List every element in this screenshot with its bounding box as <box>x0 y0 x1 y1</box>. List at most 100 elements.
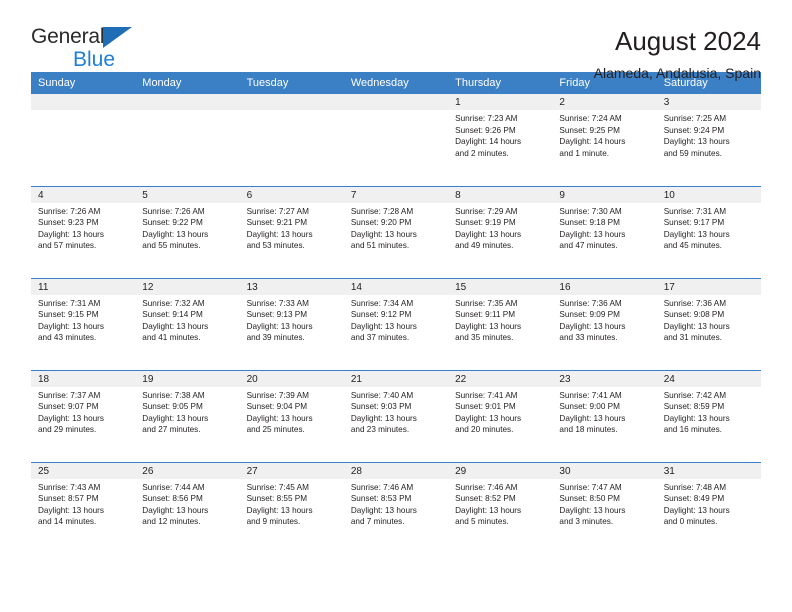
day-number: 17 <box>656 278 761 295</box>
day-number <box>343 94 449 110</box>
calendar-day-cell[interactable]: 3 Sunrise: 7:25 AM Sunset: 9:24 PM Daylight… <box>656 94 761 186</box>
calendar-day-cell[interactable]: 12 Sunrise: 7:32 AM Sunset: 9:14 PM Dayligh… <box>135 277 240 370</box>
calendar-day-cell[interactable]: 7 Sunrise: 7:28 AM Sunset: 9:20 PM Daylight… <box>343 185 449 278</box>
brand-logo[interactable]: General Blue <box>31 26 133 70</box>
calendar-day-cell[interactable]: 17 Sunrise: 7:36 AM Sunset: 9:08 PM Dayligh… <box>656 277 761 370</box>
calendar-week-row: 11 Sunrise: 7:31 AM Sunset: 9:15 PM Dayligh… <box>31 277 761 370</box>
calendar-day-cell[interactable]: 6 Sunrise: 7:27 AM Sunset: 9:21 PM Daylight… <box>239 185 344 278</box>
calendar-day-cell[interactable]: 26 Sunrise: 7:44 AM Sunset: 8:56 PM Dayligh… <box>135 461 240 554</box>
day-number: 7 <box>343 186 449 203</box>
calendar-day-cell[interactable]: 18 Sunrise: 7:37 AM Sunset: 9:07 PM Dayligh… <box>31 369 136 462</box>
calendar-day-cell[interactable]: 30 Sunrise: 7:47 AM Sunset: 8:50 PM Dayligh… <box>552 461 657 554</box>
calendar-day-cell[interactable]: 4 Sunrise: 7:26 AM Sunset: 9:23 PM Daylight… <box>31 185 136 278</box>
daylight-line-2: and 51 minutes. <box>350 241 410 251</box>
day-number: 21 <box>343 370 449 387</box>
daylight-line-1: Daylight: 13 hours <box>663 137 730 147</box>
calendar-day-cell[interactable]: 2 Sunrise: 7:24 AM Sunset: 9:25 PM Daylight… <box>552 94 657 186</box>
daylight-line-2: and 39 minutes. <box>246 333 305 343</box>
sunset-time: Sunset: 8:59 PM <box>663 402 725 412</box>
day-details: Sunrise: 7:24 AM Sunset: 9:25 PM Daylight:… <box>552 110 656 159</box>
calendar-day-cell[interactable]: 31 Sunrise: 7:48 AM Sunset: 8:49 PM Dayligh… <box>656 461 761 554</box>
day-number: 20 <box>239 370 344 387</box>
daylight-line-1: Daylight: 13 hours <box>663 413 730 423</box>
day-number: 11 <box>31 278 136 295</box>
daylight-line-1: Daylight: 13 hours <box>559 505 626 515</box>
calendar-day-cell[interactable]: 16 Sunrise: 7:36 AM Sunset: 9:09 PM Dayligh… <box>552 277 657 370</box>
sunrise-time: Sunrise: 7:36 AM <box>559 298 622 308</box>
calendar-day-cell[interactable]: 27 Sunrise: 7:45 AM Sunset: 8:55 PM Dayligh… <box>239 461 344 554</box>
calendar-day-cell[interactable]: 10 Sunrise: 7:31 AM Sunset: 9:17 PM Dayligh… <box>656 185 761 278</box>
sunset-time: Sunset: 9:17 PM <box>663 218 725 228</box>
calendar-day-cell[interactable]: 14 Sunrise: 7:34 AM Sunset: 9:12 PM Dayligh… <box>343 277 449 370</box>
sunset-time: Sunset: 9:08 PM <box>663 310 725 320</box>
sunrise-time: Sunrise: 7:25 AM <box>663 114 727 123</box>
daylight-line-1: Daylight: 14 hours <box>559 137 626 147</box>
day-number: 27 <box>239 462 344 479</box>
calendar-empty-cell <box>239 94 344 186</box>
weekday-header-wednesday: Wednesday <box>343 72 449 94</box>
calendar-day-cell[interactable]: 13 Sunrise: 7:33 AM Sunset: 9:13 PM Dayligh… <box>239 277 344 370</box>
day-details: Sunrise: 7:41 AM Sunset: 9:01 PM Daylight:… <box>448 387 552 436</box>
calendar-day-cell[interactable]: 19 Sunrise: 7:38 AM Sunset: 9:05 PM Dayligh… <box>135 369 240 462</box>
calendar-day-cell[interactable]: 28 Sunrise: 7:46 AM Sunset: 8:53 PM Dayligh… <box>343 461 449 554</box>
sunrise-time: Sunrise: 7:32 AM <box>142 298 205 308</box>
sunrise-time: Sunrise: 7:26 AM <box>142 206 205 216</box>
day-details: Sunrise: 7:45 AM Sunset: 8:55 PM Daylight:… <box>240 479 344 528</box>
day-details: Sunrise: 7:26 AM Sunset: 9:22 PM Daylight:… <box>135 203 239 252</box>
day-number: 4 <box>31 186 136 203</box>
calendar-day-cell[interactable]: 11 Sunrise: 7:31 AM Sunset: 9:15 PM Dayligh… <box>31 277 136 370</box>
daylight-line-1: Daylight: 13 hours <box>559 413 626 423</box>
calendar-day-cell[interactable]: 15 Sunrise: 7:35 AM Sunset: 9:11 PM Dayligh… <box>448 277 553 370</box>
sunset-time: Sunset: 9:00 PM <box>559 402 620 412</box>
daylight-line-1: Daylight: 13 hours <box>142 229 209 239</box>
day-details: Sunrise: 7:44 AM Sunset: 8:56 PM Daylight:… <box>135 479 239 528</box>
daylight-line-2: and 20 minutes. <box>455 425 514 435</box>
calendar-day-cell[interactable]: 24 Sunrise: 7:42 AM Sunset: 8:59 PM Dayligh… <box>656 369 761 462</box>
day-details: Sunrise: 7:36 AM Sunset: 9:08 PM Daylight:… <box>657 295 761 344</box>
calendar-day-cell[interactable]: 29 Sunrise: 7:46 AM Sunset: 8:52 PM Dayligh… <box>448 461 553 554</box>
day-number <box>239 94 344 110</box>
calendar-day-cell[interactable]: 9 Sunrise: 7:30 AM Sunset: 9:18 PM Daylight… <box>552 185 657 278</box>
daylight-line-1: Daylight: 13 hours <box>246 229 313 239</box>
daylight-line-1: Daylight: 13 hours <box>38 321 104 331</box>
weekday-header-sunday: Sunday <box>31 72 136 94</box>
calendar-day-cell[interactable]: 23 Sunrise: 7:41 AM Sunset: 9:00 PM Dayligh… <box>552 369 657 462</box>
daylight-line-1: Daylight: 13 hours <box>559 229 626 239</box>
day-number <box>135 94 240 110</box>
calendar-day-cell[interactable]: 1 Sunrise: 7:23 AM Sunset: 9:26 PM Daylight… <box>448 94 553 186</box>
daylight-line-2: and 35 minutes. <box>455 333 514 343</box>
day-number: 30 <box>552 462 657 479</box>
calendar-day-cell[interactable]: 8 Sunrise: 7:29 AM Sunset: 9:19 PM Daylight… <box>448 185 553 278</box>
day-number: 6 <box>239 186 344 203</box>
calendar-day-cell[interactable]: 22 Sunrise: 7:41 AM Sunset: 9:01 PM Dayligh… <box>448 369 553 462</box>
day-details: Sunrise: 7:31 AM Sunset: 9:15 PM Daylight:… <box>31 295 135 344</box>
sunset-time: Sunset: 9:01 PM <box>455 402 516 412</box>
day-number: 10 <box>656 186 761 203</box>
sunset-time: Sunset: 9:19 PM <box>455 218 516 228</box>
day-details: Sunrise: 7:30 AM Sunset: 9:18 PM Daylight:… <box>552 203 656 252</box>
sunrise-time: Sunrise: 7:38 AM <box>142 390 205 400</box>
daylight-line-1: Daylight: 13 hours <box>455 505 522 515</box>
calendar-body: 1 Sunrise: 7:23 AM Sunset: 9:26 PM Daylight… <box>31 94 761 554</box>
calendar-day-cell[interactable]: 5 Sunrise: 7:26 AM Sunset: 9:22 PM Daylight… <box>135 185 240 278</box>
sunset-time: Sunset: 9:07 PM <box>38 402 99 412</box>
calendar-day-cell[interactable]: 21 Sunrise: 7:40 AM Sunset: 9:03 PM Dayligh… <box>343 369 449 462</box>
sunset-time: Sunset: 9:04 PM <box>246 402 308 412</box>
calendar-day-cell[interactable]: 20 Sunrise: 7:39 AM Sunset: 9:04 PM Dayligh… <box>239 369 344 462</box>
day-number: 1 <box>448 94 553 110</box>
day-details: Sunrise: 7:48 AM Sunset: 8:49 PM Daylight:… <box>657 479 761 528</box>
sunrise-time: Sunrise: 7:26 AM <box>38 206 101 216</box>
day-number: 31 <box>656 462 761 479</box>
daylight-line-2: and 7 minutes. <box>350 517 405 527</box>
sunset-time: Sunset: 8:52 PM <box>455 494 516 504</box>
day-number: 15 <box>448 278 553 295</box>
sunrise-time: Sunrise: 7:40 AM <box>350 390 414 400</box>
sunset-time: Sunset: 9:22 PM <box>142 218 203 228</box>
calendar-day-cell[interactable]: 25 Sunrise: 7:43 AM Sunset: 8:57 PM Dayligh… <box>31 461 136 554</box>
weekday-header-thursday: Thursday <box>448 72 553 94</box>
day-number: 13 <box>239 278 344 295</box>
day-number: 9 <box>552 186 657 203</box>
day-details: Sunrise: 7:39 AM Sunset: 9:04 PM Daylight:… <box>240 387 344 436</box>
day-details: Sunrise: 7:23 AM Sunset: 9:26 PM Daylight:… <box>448 110 552 159</box>
day-details: Sunrise: 7:31 AM Sunset: 9:17 PM Daylight:… <box>657 203 761 252</box>
